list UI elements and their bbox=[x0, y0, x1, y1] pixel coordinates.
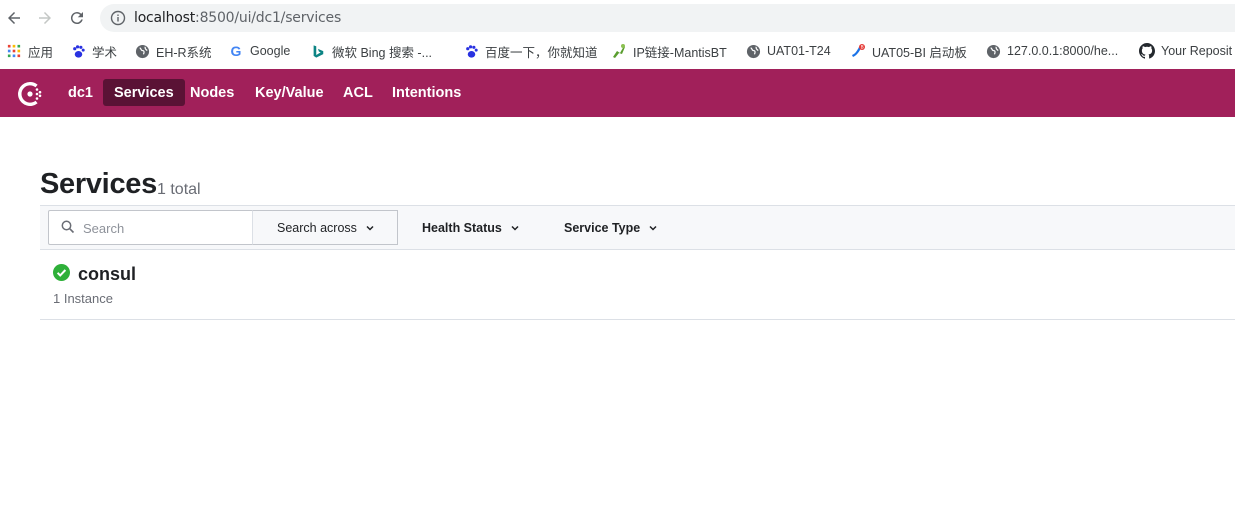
bookmark-uat05[interactable]: B UAT05-BI 启动板 bbox=[850, 42, 967, 60]
search-icon bbox=[61, 220, 75, 234]
bookmark-bing[interactable]: 微软 Bing 搜索 -... bbox=[310, 42, 432, 60]
url-text: localhost:8500/ui/dc1/services bbox=[134, 10, 341, 26]
info-icon[interactable] bbox=[110, 10, 126, 26]
chevron-down-icon bbox=[649, 225, 657, 231]
bookmark-apps[interactable]: 应用 bbox=[6, 42, 53, 60]
nav-item-services[interactable]: Services bbox=[103, 79, 185, 106]
bookmarks-bar: 应用 学术 EH-R系统 G Google 微软 Bing 搜索 -... 百度… bbox=[0, 36, 1235, 66]
service-type-label: Service Type bbox=[564, 220, 641, 235]
health-status-dropdown[interactable]: Health Status bbox=[422, 210, 520, 245]
bookmark-label: UAT05-BI 启动板 bbox=[872, 45, 967, 60]
bookmark-label: Your Reposit bbox=[1161, 44, 1233, 58]
url-path: :8500/ui/dc1/services bbox=[195, 10, 342, 26]
search-across-dropdown[interactable]: Search across bbox=[252, 210, 398, 245]
bing-icon bbox=[310, 43, 326, 59]
instance-count: 1 Instance bbox=[53, 291, 113, 306]
bookmark-xueshu[interactable]: 学术 bbox=[70, 42, 117, 60]
service-name[interactable]: consul bbox=[78, 264, 136, 285]
baidu-paw-icon bbox=[463, 43, 479, 59]
datacenter-selector[interactable]: dc1 bbox=[57, 79, 104, 106]
chevron-down-icon bbox=[511, 225, 519, 231]
filter-bar: Search across Health Status Service Type bbox=[40, 205, 1235, 250]
svg-text:B: B bbox=[861, 45, 864, 51]
forward-arrow-icon[interactable] bbox=[34, 7, 56, 29]
google-icon: G bbox=[230, 43, 242, 59]
reload-icon[interactable] bbox=[66, 7, 88, 29]
nav-item-intentions[interactable]: Intentions bbox=[381, 79, 472, 106]
services-count: 1 total bbox=[157, 181, 201, 198]
bookmark-ehr[interactable]: EH-R系统 bbox=[134, 42, 212, 60]
baidu-paw-icon bbox=[70, 43, 86, 59]
globe-icon bbox=[985, 43, 1001, 59]
search-across-label: Search across bbox=[277, 220, 357, 235]
health-status-label: Health Status bbox=[422, 220, 502, 235]
nav-item-nodes[interactable]: Nodes bbox=[179, 79, 245, 106]
bookmark-label: EH-R系统 bbox=[156, 45, 212, 60]
chevron-down-icon bbox=[366, 225, 374, 231]
nav-item-acl[interactable]: ACL bbox=[332, 79, 384, 106]
list-item[interactable]: consul 1 Instance bbox=[40, 250, 1235, 320]
bookmark-label: Google bbox=[250, 44, 291, 58]
sap-icon: B bbox=[850, 43, 866, 59]
bookmark-baidu[interactable]: 百度一下，你就知道 bbox=[463, 42, 598, 60]
back-arrow-icon[interactable] bbox=[3, 7, 25, 29]
address-bar[interactable]: localhost:8500/ui/dc1/services bbox=[100, 4, 1235, 32]
bookmark-label: IP链接-MantisBT bbox=[633, 45, 727, 60]
main-nav: dc1 Services Nodes Key/Value ACL Intenti… bbox=[0, 69, 1235, 117]
bookmark-uat01[interactable]: UAT01-T24 bbox=[745, 42, 831, 60]
search-input[interactable] bbox=[83, 219, 248, 237]
bookmark-label: 127.0.0.1:8000/he... bbox=[1007, 44, 1119, 58]
bookmark-label: UAT01-T24 bbox=[767, 44, 831, 58]
nav-item-key-value[interactable]: Key/Value bbox=[244, 79, 335, 106]
globe-icon bbox=[745, 43, 761, 59]
url-host: localhost bbox=[134, 10, 196, 26]
service-type-dropdown[interactable]: Service Type bbox=[564, 210, 658, 245]
bookmark-mantis[interactable]: IP链接-MantisBT bbox=[611, 42, 727, 60]
consul-logo-icon[interactable] bbox=[15, 79, 45, 109]
globe-icon bbox=[134, 43, 150, 59]
page-title: Services bbox=[40, 168, 157, 200]
bookmark-google[interactable]: G Google bbox=[228, 42, 291, 60]
bookmark-label: 微软 Bing 搜索 -... bbox=[332, 45, 433, 60]
bookmark-label: 学术 bbox=[92, 45, 118, 60]
bookmark-label: 百度一下，你就知道 bbox=[485, 45, 598, 60]
bookmark-label: 应用 bbox=[28, 45, 54, 60]
github-icon bbox=[1139, 43, 1155, 59]
bookmark-localhost[interactable]: 127.0.0.1:8000/he... bbox=[985, 42, 1118, 60]
bookmark-github[interactable]: Your Reposit bbox=[1139, 42, 1232, 60]
check-circle-icon bbox=[53, 264, 70, 281]
search-box bbox=[48, 210, 254, 245]
mantis-icon bbox=[611, 43, 627, 59]
apps-grid-icon bbox=[6, 43, 22, 59]
browser-toolbar: localhost:8500/ui/dc1/services bbox=[0, 0, 1235, 36]
